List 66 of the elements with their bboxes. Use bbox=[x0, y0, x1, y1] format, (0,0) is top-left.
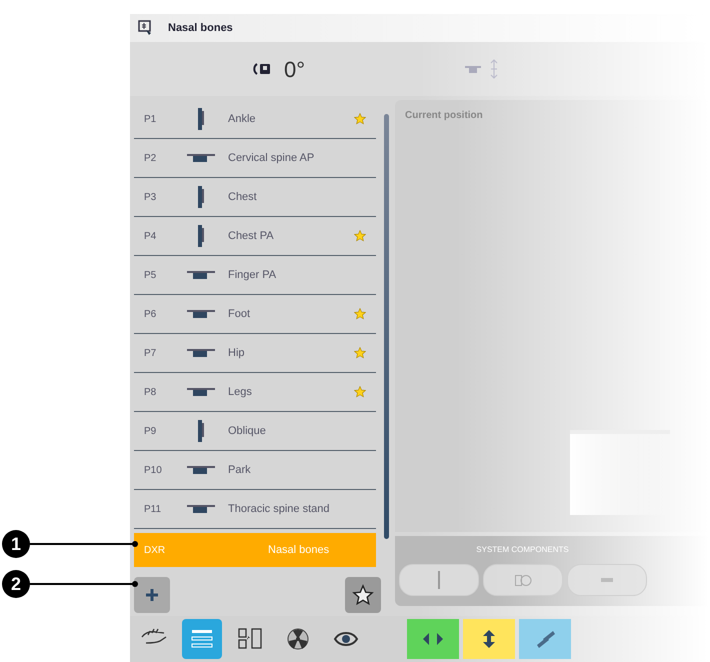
table-icon bbox=[187, 271, 215, 279]
program-row[interactable]: P4 Chest PA bbox=[134, 217, 376, 256]
program-row[interactable]: P3 Chest bbox=[134, 178, 376, 217]
table-icon bbox=[187, 349, 215, 357]
program-name: Cervical spine AP bbox=[228, 150, 316, 166]
table-icon bbox=[601, 578, 613, 582]
program-name: Hip bbox=[228, 346, 246, 361]
program-name: Chest PA bbox=[228, 228, 275, 244]
section-title: SYSTEM COMPONENTS bbox=[476, 544, 569, 556]
program-number: P6 bbox=[143, 308, 158, 322]
program-row[interactable]: P5 Finger PA bbox=[134, 256, 376, 295]
program-name: Thoracic spine stand bbox=[228, 502, 330, 517]
table-icon bbox=[187, 310, 215, 318]
program-row[interactable]: P7 Hip bbox=[134, 334, 376, 373]
program-name: Nasal bones bbox=[267, 542, 330, 558]
program-name: Legs bbox=[228, 384, 253, 400]
favorite-button[interactable] bbox=[345, 577, 381, 613]
monitor-icon bbox=[138, 20, 152, 36]
stand-icon bbox=[198, 420, 204, 442]
program-number: P10 bbox=[143, 464, 163, 478]
stand-icon bbox=[198, 186, 204, 208]
program-number: DXR bbox=[143, 544, 166, 558]
program-number: P11 bbox=[143, 502, 162, 516]
program-name: Foot bbox=[228, 306, 252, 322]
motion-button[interactable] bbox=[519, 619, 571, 659]
table-icon bbox=[187, 505, 215, 513]
stand-icon bbox=[198, 225, 204, 247]
motion-button[interactable] bbox=[463, 619, 515, 659]
scrollbar[interactable] bbox=[384, 114, 389, 539]
program-row[interactable]: P10 Park bbox=[134, 451, 376, 490]
program-name: Park bbox=[228, 462, 252, 478]
program-number: P7 bbox=[143, 346, 158, 360]
table-icon bbox=[187, 154, 215, 162]
add-button[interactable] bbox=[134, 577, 170, 613]
program-number: P2 bbox=[143, 152, 158, 166]
program-row[interactable]: P6 Foot bbox=[134, 295, 376, 334]
rotation-icon bbox=[252, 62, 272, 76]
program-row[interactable]: P9 Oblique bbox=[134, 412, 376, 451]
window-title: Nasal bones bbox=[168, 20, 233, 36]
program-number: P1 bbox=[143, 112, 158, 126]
height-icon bbox=[489, 59, 499, 79]
table-icon bbox=[465, 64, 481, 74]
angle-value: 0° bbox=[284, 56, 306, 84]
program-row[interactable]: P2 Cervical spine AP bbox=[134, 139, 376, 178]
program-number: P5 bbox=[143, 268, 158, 282]
table-icon bbox=[187, 466, 215, 474]
panel-title: Current position bbox=[404, 109, 484, 123]
program-number: P9 bbox=[143, 424, 158, 438]
tube-icon bbox=[514, 574, 532, 586]
stand-icon bbox=[198, 108, 204, 130]
program-number: P4 bbox=[143, 230, 158, 244]
callout-number: 2 bbox=[2, 570, 30, 598]
program-row[interactable]: P1 Ankle bbox=[134, 100, 376, 139]
program-name: Oblique bbox=[228, 424, 267, 439]
program-row[interactable]: P8 Legs bbox=[134, 373, 376, 412]
program-name: Finger PA bbox=[228, 268, 278, 283]
callout-number: 1 bbox=[2, 530, 30, 558]
plus-icon bbox=[145, 588, 159, 602]
program-name: Ankle bbox=[228, 112, 257, 127]
program-name: Chest bbox=[228, 190, 258, 205]
program-number: P8 bbox=[143, 386, 158, 400]
motion-button[interactable] bbox=[407, 619, 459, 659]
table-icon bbox=[187, 388, 215, 396]
star-icon bbox=[352, 584, 374, 606]
program-number: P3 bbox=[143, 190, 158, 204]
program-row[interactable]: P11 Thoracic spine stand bbox=[134, 490, 376, 529]
